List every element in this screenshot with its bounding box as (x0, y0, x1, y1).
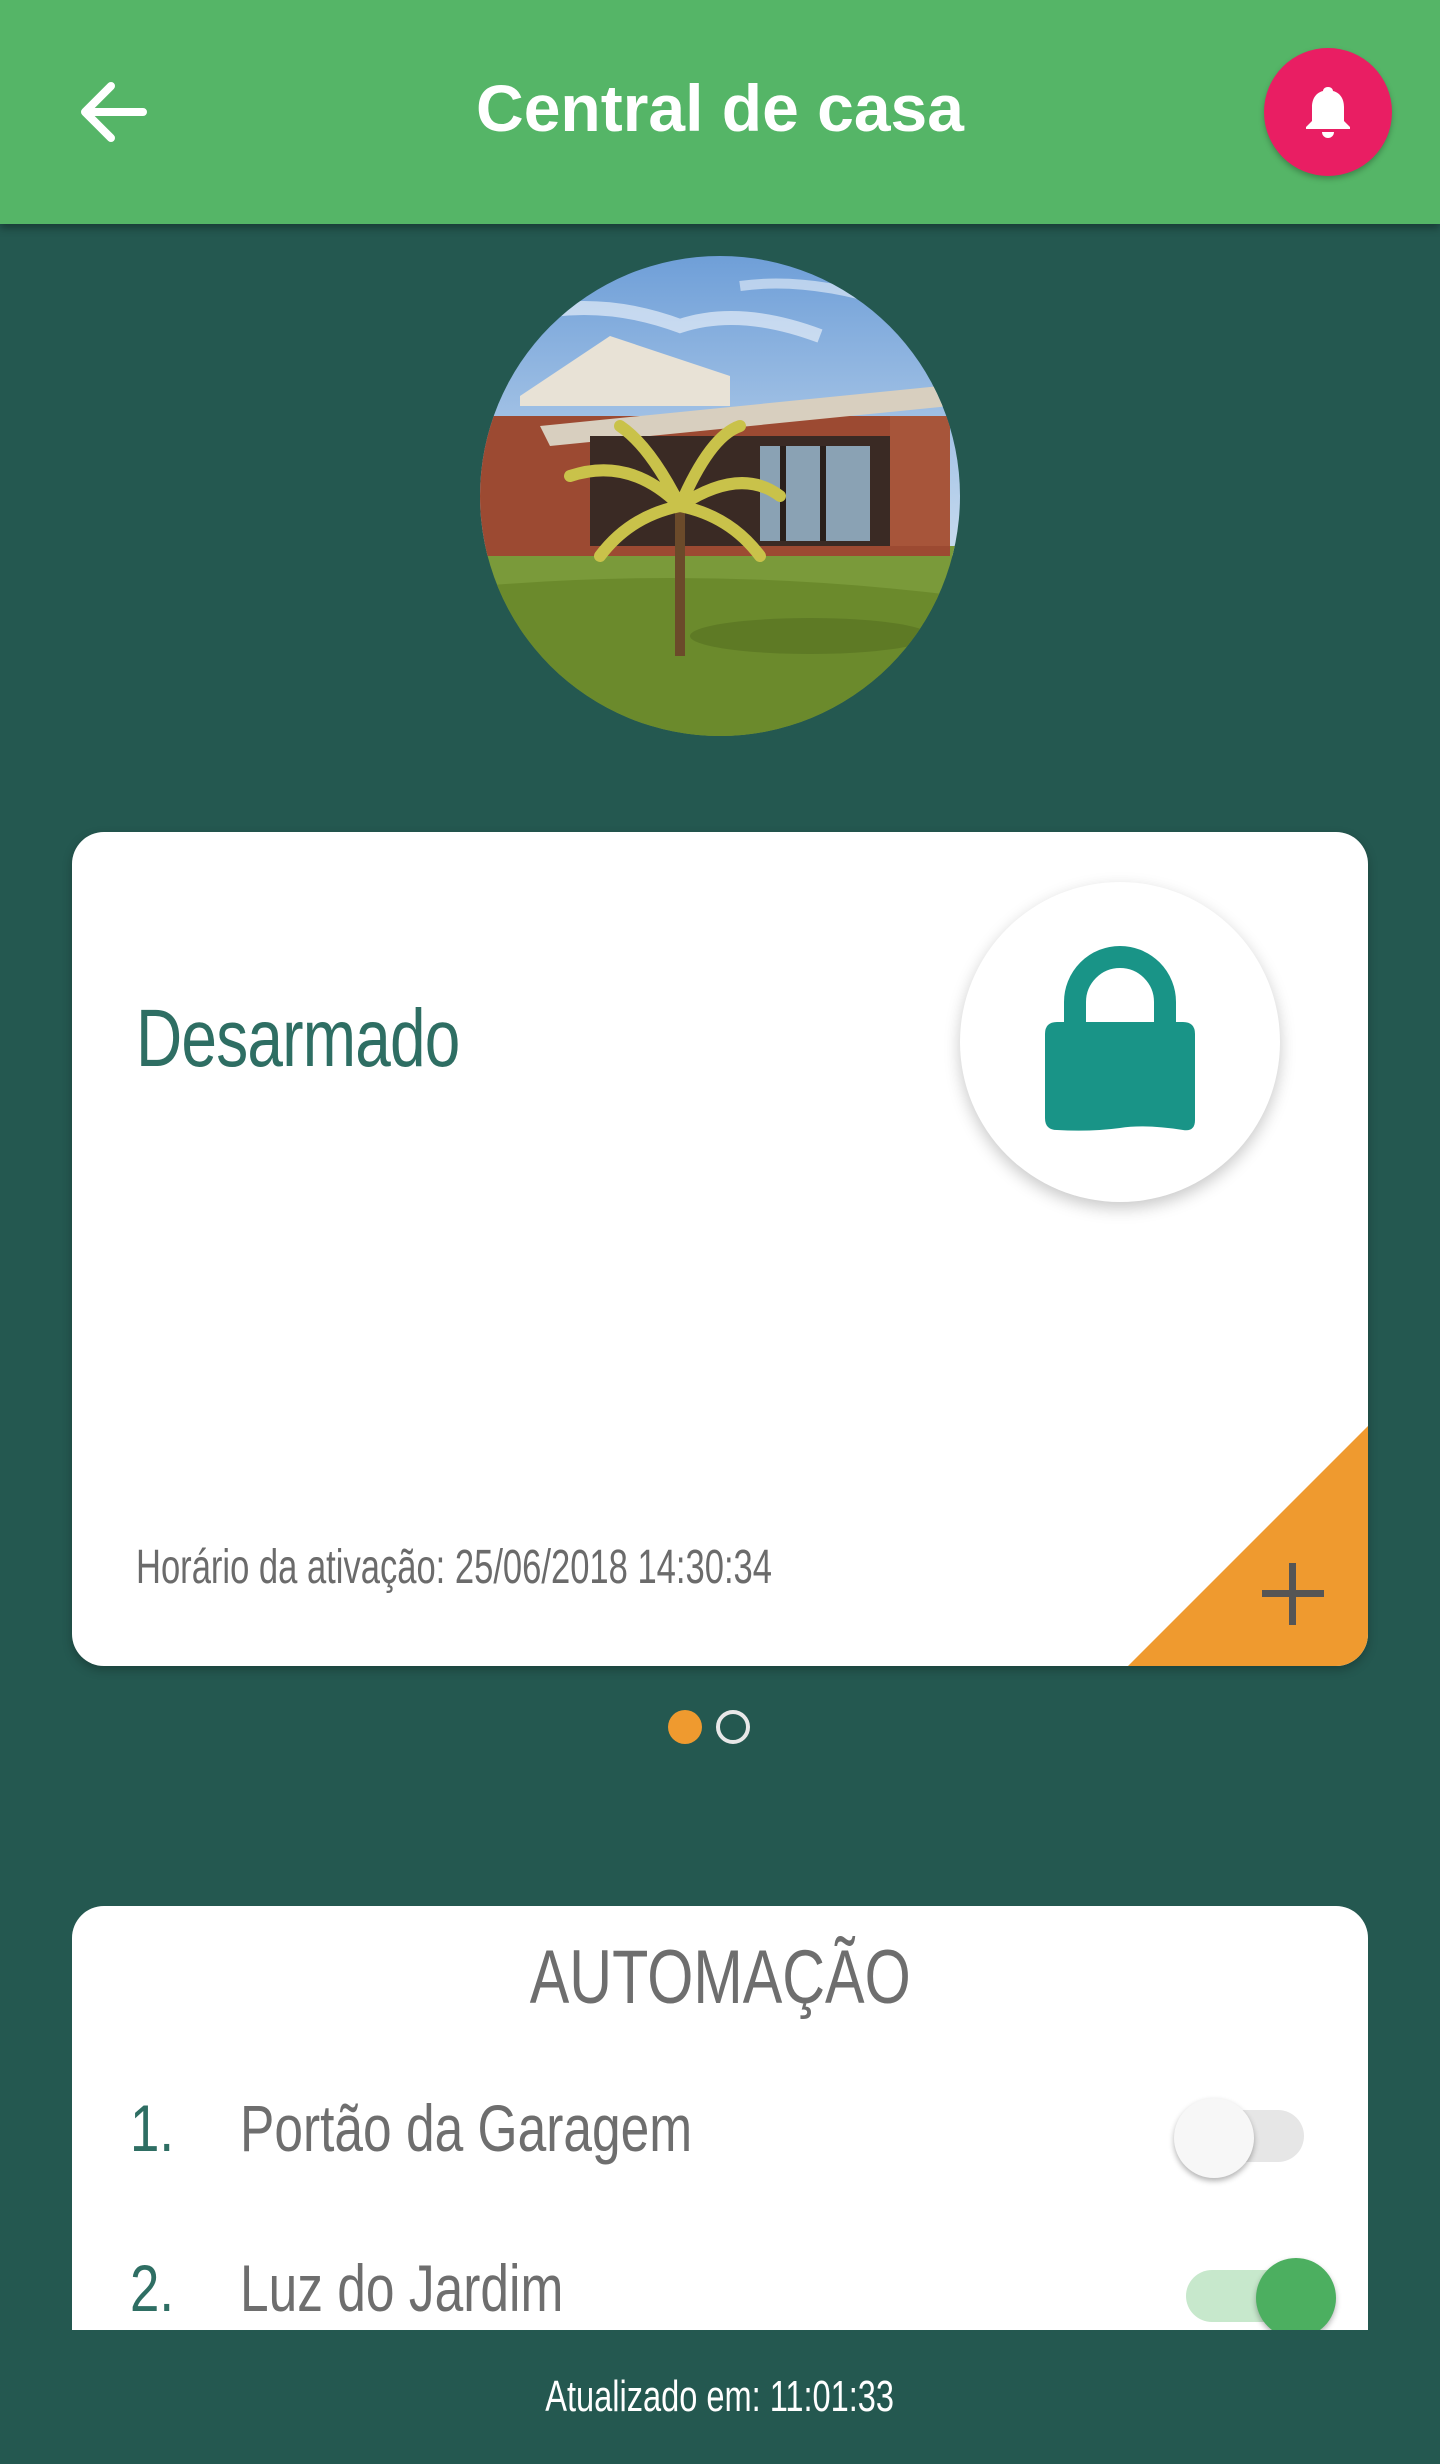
lock-toggle-button[interactable] (960, 882, 1280, 1202)
item-number: 1. (130, 2091, 175, 2165)
garage-gate-toggle[interactable] (1174, 2098, 1304, 2178)
last-updated: Atualizado em: 11:01:33 (545, 2372, 895, 2421)
garden-light-toggle[interactable] (1174, 2258, 1336, 2330)
carousel-pagination (668, 1710, 750, 1746)
automation-item: 2. Luz do Jardim (72, 2236, 1368, 2330)
item-label: Portão da Garagem (240, 2091, 693, 2165)
automation-item: 1. Portão da Garagem (72, 2076, 1368, 2186)
item-label: Luz do Jardim (240, 2251, 564, 2325)
lock-icon (1045, 946, 1195, 1131)
house-photo (480, 256, 960, 736)
activation-time: Horário da ativação: 25/06/2018 14:30:34 (136, 1541, 772, 1594)
app-bar: Central de casa (0, 0, 1440, 224)
notifications-button[interactable] (1264, 48, 1392, 176)
alarm-status-label: Desarmado (136, 993, 460, 1084)
alarm-status-card: Desarmado Horário da ativação: 25/06/201… (72, 832, 1368, 1666)
bell-icon (1306, 87, 1350, 138)
page-title: Central de casa (476, 71, 964, 145)
page-dot-1[interactable] (668, 1710, 702, 1744)
automation-title: AUTOMAÇÃO (529, 1935, 911, 2020)
add-button[interactable] (1128, 1426, 1368, 1666)
page-dot-2[interactable] (716, 1710, 750, 1744)
automation-card: AUTOMAÇÃO 1. Portão da Garagem 2. Luz do… (72, 1906, 1368, 2330)
footer: Atualizado em: 11:01:33 (0, 2330, 1440, 2464)
item-number: 2. (130, 2251, 175, 2325)
